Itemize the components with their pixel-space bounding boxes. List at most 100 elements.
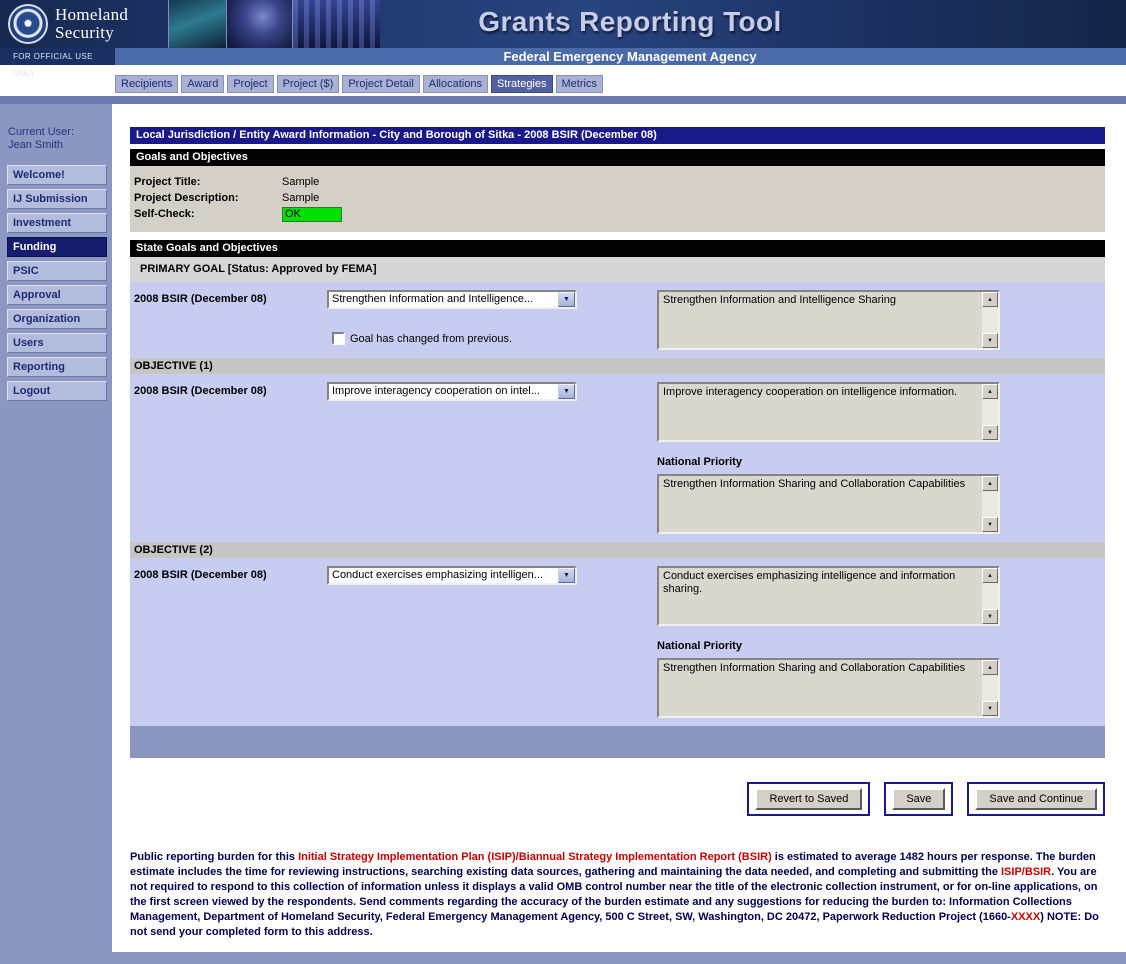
- primary-goal-dropdown-value: Strengthen Information and Intelligence.…: [329, 292, 558, 307]
- scroll-up-icon[interactable]: ▲: [982, 660, 998, 675]
- primary-goal-section: 2008 BSIR (December 08) Strengthen Infor…: [130, 282, 1105, 358]
- project-description-value: Sample: [282, 192, 319, 204]
- isip-bsir-link[interactable]: Initial Strategy Implementation Plan (IS…: [298, 851, 772, 863]
- sidebar-item-welcome[interactable]: Welcome!: [7, 165, 107, 185]
- objective-2-header: OBJECTIVE (2): [130, 542, 1105, 558]
- scroll-down-icon[interactable]: ▼: [982, 701, 998, 716]
- sidebar-item-organization[interactable]: Organization: [7, 309, 107, 329]
- dhs-logo-line1: Homeland: [55, 6, 128, 24]
- current-user-label: Current User:: [8, 126, 112, 139]
- self-check-label: Self-Check:: [130, 208, 282, 220]
- primary-goal-header: PRIMARY GOAL [Status: Approved by FEMA]: [130, 257, 1105, 282]
- project-title-label: Project Title:: [130, 176, 282, 188]
- objective-1-textarea[interactable]: Improve interagency cooperation on intel…: [657, 382, 1000, 442]
- project-title-row: Project Title: Sample: [130, 174, 1105, 190]
- goal-changed-row: Goal has changed from previous.: [327, 332, 577, 345]
- sidebar-nav: Welcome! IJ Submission Investment Fundin…: [0, 165, 112, 401]
- tab-strategies[interactable]: Strategies: [491, 75, 553, 93]
- sidebar-item-users[interactable]: Users: [7, 333, 107, 353]
- scroll-up-icon[interactable]: ▲: [982, 568, 998, 583]
- divider-band: [0, 96, 1126, 104]
- agency-bar: FOR OFFICIAL USE ONLY Federal Emergency …: [0, 48, 1126, 65]
- form-footer-band: [130, 726, 1105, 758]
- sidebar-item-reporting[interactable]: Reporting: [7, 357, 107, 377]
- objective-2-textarea[interactable]: Conduct exercises emphasizing intelligen…: [657, 566, 1000, 626]
- sidebar-item-ij-submission[interactable]: IJ Submission: [7, 189, 107, 209]
- scroll-up-icon[interactable]: ▲: [982, 476, 998, 491]
- objective-1-dropdown[interactable]: Improve interagency cooperation on intel…: [327, 382, 577, 401]
- objective-2-section: 2008 BSIR (December 08) Conduct exercise…: [130, 558, 1105, 726]
- scrollbar[interactable]: ▲ ▼: [982, 660, 998, 716]
- save-button-frame: Save: [884, 782, 953, 816]
- chevron-down-icon[interactable]: ▼: [558, 568, 575, 583]
- paperwork-burden-notice: Public reporting burden for this Initial…: [130, 850, 1105, 940]
- objective-2-dropdown[interactable]: Conduct exercises emphasizing intelligen…: [327, 566, 577, 585]
- tab-project[interactable]: Project: [227, 75, 273, 93]
- scroll-down-icon[interactable]: ▼: [982, 425, 998, 440]
- tab-allocations[interactable]: Allocations: [423, 75, 488, 93]
- action-buttons-row: Revert to Saved Save Save and Continue: [130, 782, 1105, 816]
- objective-1-national-priority-label: National Priority: [657, 456, 1000, 468]
- sidebar-item-logout[interactable]: Logout: [7, 381, 107, 401]
- objective-2-period-label: 2008 BSIR (December 08): [130, 566, 327, 718]
- sidebar-item-psic[interactable]: PSIC: [7, 261, 107, 281]
- revert-button-frame: Revert to Saved: [747, 782, 870, 816]
- objective-1-period-label: 2008 BSIR (December 08): [130, 382, 327, 534]
- save-continue-button-frame: Save and Continue: [967, 782, 1105, 816]
- scroll-down-icon[interactable]: ▼: [982, 609, 998, 624]
- state-goals-header: State Goals and Objectives: [130, 240, 1105, 257]
- tab-metrics[interactable]: Metrics: [556, 75, 603, 93]
- goal-changed-checkbox[interactable]: [332, 332, 345, 345]
- burden-text-4: ): [1040, 911, 1047, 923]
- montage-photo-3: [292, 0, 380, 48]
- montage-photo-2: [226, 0, 292, 48]
- chevron-down-icon[interactable]: ▼: [558, 292, 575, 307]
- goals-objectives-header: Goals and Objectives: [130, 149, 1105, 166]
- scroll-up-icon[interactable]: ▲: [982, 292, 998, 307]
- objective-2-national-priority-textarea[interactable]: Strengthen Information Sharing and Colla…: [657, 658, 1000, 718]
- scroll-down-icon[interactable]: ▼: [982, 333, 998, 348]
- scroll-down-icon[interactable]: ▼: [982, 517, 998, 532]
- tab-project-dollars[interactable]: Project ($): [277, 75, 340, 93]
- goal-changed-label: Goal has changed from previous.: [350, 333, 512, 345]
- revert-to-saved-button[interactable]: Revert to Saved: [755, 788, 862, 810]
- sidebar: Current User: Jean Smith Welcome! IJ Sub…: [0, 104, 112, 952]
- sidebar-item-approval[interactable]: Approval: [7, 285, 107, 305]
- isip-bsir-short-link[interactable]: ISIP/BSIR: [1001, 866, 1051, 878]
- montage-photo-1: [168, 0, 226, 48]
- scrollbar[interactable]: ▲ ▼: [982, 292, 998, 348]
- burden-text-1: Public reporting burden for this: [130, 851, 298, 863]
- classification-label: FOR OFFICIAL USE ONLY: [0, 48, 115, 65]
- tab-award[interactable]: Award: [181, 75, 224, 93]
- objective-1-header: OBJECTIVE (1): [130, 358, 1105, 374]
- save-button[interactable]: Save: [892, 788, 945, 810]
- scrollbar[interactable]: ▲ ▼: [982, 568, 998, 624]
- scroll-up-icon[interactable]: ▲: [982, 384, 998, 399]
- agency-name: Federal Emergency Management Agency: [380, 48, 880, 65]
- primary-goal-period-label: 2008 BSIR (December 08): [130, 290, 327, 350]
- app-title: Grants Reporting Tool: [380, 6, 880, 38]
- objective-1-section: 2008 BSIR (December 08) Improve interage…: [130, 374, 1105, 542]
- dhs-logo-line2: Security: [55, 24, 128, 42]
- chevron-down-icon[interactable]: ▼: [558, 384, 575, 399]
- primary-goal-textarea[interactable]: Strengthen Information and Intelligence …: [657, 290, 1000, 350]
- scrollbar[interactable]: ▲ ▼: [982, 384, 998, 440]
- top-tab-bar: Recipients Award Project Project ($) Pro…: [0, 65, 1126, 96]
- self-check-row: Self-Check: OK: [130, 206, 1105, 222]
- project-description-label: Project Description:: [130, 192, 282, 204]
- objective-2-national-priority-label: National Priority: [657, 640, 1000, 652]
- page-title-bar: Local Jurisdiction / Entity Award Inform…: [130, 127, 1105, 144]
- tab-recipients[interactable]: Recipients: [115, 75, 178, 93]
- sidebar-item-investment[interactable]: Investment: [7, 213, 107, 233]
- omb-number-placeholder: XXXX: [1011, 911, 1040, 923]
- project-summary-section: Project Title: Sample Project Descriptio…: [130, 166, 1105, 232]
- objective-1-national-priority-textarea[interactable]: Strengthen Information Sharing and Colla…: [657, 474, 1000, 534]
- project-description-row: Project Description: Sample: [130, 190, 1105, 206]
- scrollbar[interactable]: ▲ ▼: [982, 476, 998, 532]
- app-header: Homeland Security Grants Reporting Tool: [0, 0, 1126, 48]
- current-user-name: Jean Smith: [8, 139, 112, 152]
- primary-goal-dropdown[interactable]: Strengthen Information and Intelligence.…: [327, 290, 577, 309]
- tab-project-detail[interactable]: Project Detail: [342, 75, 419, 93]
- sidebar-item-funding[interactable]: Funding: [7, 237, 107, 257]
- save-and-continue-button[interactable]: Save and Continue: [975, 788, 1097, 810]
